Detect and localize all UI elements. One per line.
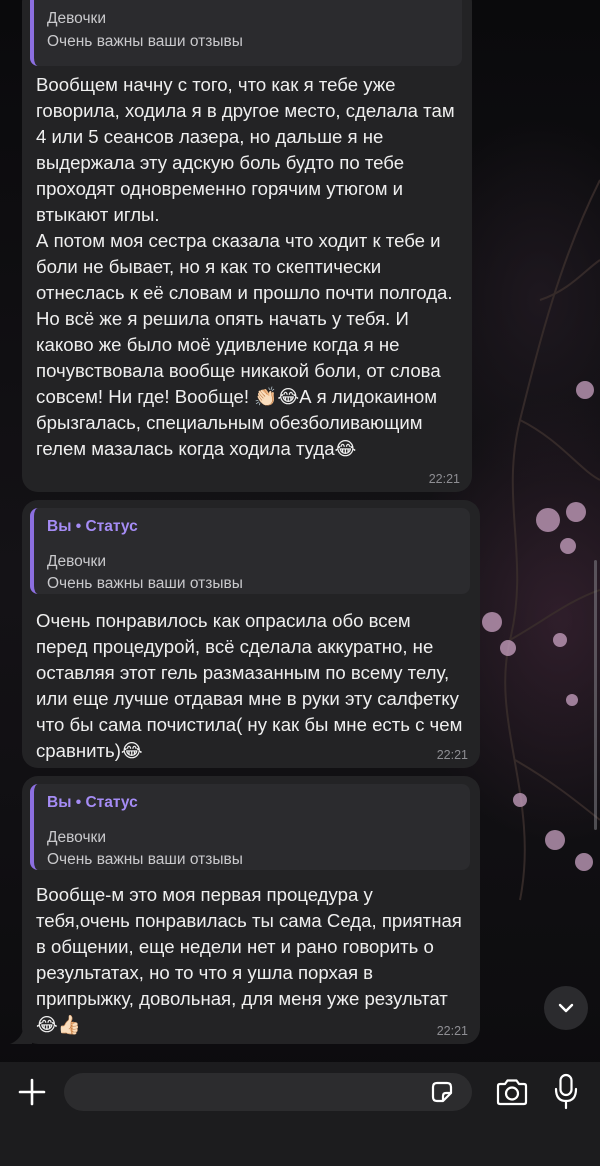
message-time: 22:21 <box>436 1024 468 1038</box>
scrollbar[interactable] <box>594 560 597 830</box>
message-text: Очень понравилось как опрасила обо всем … <box>36 610 468 761</box>
quote-line-1: Девочки <box>47 553 106 570</box>
quote-line-1: Девочки <box>47 829 106 846</box>
message-text: Вообще-м это моя первая процедура у тебя… <box>36 884 468 1035</box>
message-text: Вообщем начну с того, что как я тебе уже… <box>36 74 455 459</box>
chevron-down-icon <box>558 1003 574 1013</box>
message-bubble[interactable]: Вы • Статус Девочки Очень важны ваши отз… <box>22 500 480 768</box>
message-input-bar <box>0 1062 600 1166</box>
quote-sender: Вы • Статус <box>47 518 138 535</box>
message-bubble[interactable]: Девочки Очень важны ваши отзывы Вообщем … <box>22 0 472 492</box>
message-time: 22:21 <box>428 472 460 486</box>
microphone-button[interactable] <box>550 1072 582 1112</box>
reply-quote[interactable]: Вы • Статус Девочки Очень важны ваши отз… <box>30 784 470 870</box>
quote-sender: Вы • Статус <box>47 794 138 811</box>
message-time: 22:21 <box>436 748 468 762</box>
microphone-icon <box>554 1073 578 1110</box>
scroll-down-button[interactable] <box>544 986 588 1030</box>
sticker-icon <box>431 1081 453 1103</box>
reply-quote[interactable]: Вы • Статус Девочки Очень важны ваши отз… <box>30 508 470 594</box>
quote-line-2: Очень важны ваши отзывы <box>47 33 243 50</box>
quote-line-2: Очень важны ваши отзывы <box>47 575 243 592</box>
message-bubble[interactable]: Вы • Статус Девочки Очень важны ваши отз… <box>22 776 480 1044</box>
reply-quote[interactable]: Девочки Очень важны ваши отзывы <box>30 0 462 66</box>
quote-line-1: Девочки <box>47 10 106 27</box>
quote-line-2: Очень важны ваши отзывы <box>47 851 243 868</box>
attach-button[interactable] <box>14 1074 50 1110</box>
camera-button[interactable] <box>494 1075 530 1109</box>
bubble-tail <box>10 1022 32 1044</box>
camera-icon <box>496 1079 528 1106</box>
message-input[interactable] <box>64 1073 472 1111</box>
sticker-button[interactable] <box>428 1078 456 1106</box>
plus-icon <box>18 1078 46 1106</box>
